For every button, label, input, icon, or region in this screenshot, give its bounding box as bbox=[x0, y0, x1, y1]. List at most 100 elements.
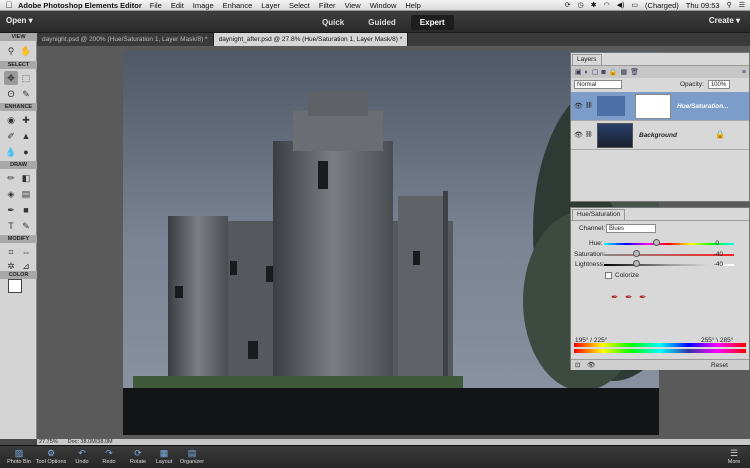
crop-tool-icon[interactable]: ⌗ bbox=[4, 245, 18, 259]
marquee-tool-icon[interactable]: ⬚ bbox=[19, 71, 33, 85]
lasso-tool-icon[interactable]: ʘ bbox=[4, 87, 18, 101]
lightness-slider-thumb[interactable] bbox=[633, 260, 640, 267]
saturation-value[interactable]: -40 bbox=[705, 251, 723, 258]
pencil-tool-icon[interactable]: ✎ bbox=[19, 219, 33, 233]
hue-saturation-tab[interactable]: Hue/Saturation bbox=[572, 209, 626, 220]
panel-menu-icon[interactable]: ≡ bbox=[742, 69, 749, 76]
hue-value[interactable]: 0 bbox=[701, 240, 719, 247]
more-button[interactable]: ☰ More bbox=[722, 447, 746, 465]
visibility-eye-icon[interactable]: 👁 bbox=[587, 361, 595, 369]
layers-tab[interactable]: Layers bbox=[572, 54, 602, 65]
tab-expert[interactable]: Expert bbox=[410, 15, 454, 30]
gradient-tool-icon[interactable]: ▤ bbox=[19, 187, 33, 201]
move-tool-icon[interactable]: ✥ bbox=[4, 71, 18, 85]
colorize-label: Colorize bbox=[615, 272, 639, 279]
menu-view[interactable]: View bbox=[345, 1, 361, 10]
zoom-tool-icon[interactable]: ⚲ bbox=[4, 44, 18, 58]
blur-tool-icon[interactable]: 💧 bbox=[4, 145, 18, 159]
hand-tool-icon[interactable]: ✋ bbox=[19, 44, 33, 58]
layout-button[interactable]: ▦ Layout bbox=[154, 447, 174, 465]
menu-app-name[interactable]: Adobe Photoshop Elements Editor bbox=[18, 1, 142, 10]
type-tool-icon[interactable]: T bbox=[4, 219, 18, 233]
lightness-value[interactable]: -40 bbox=[705, 261, 723, 268]
mask-icon[interactable]: ◙ bbox=[601, 69, 605, 76]
menu-image[interactable]: Image bbox=[193, 1, 214, 10]
visibility-eye-icon[interactable]: 👁 bbox=[574, 102, 583, 110]
menu-select[interactable]: Select bbox=[289, 1, 310, 10]
channel-select[interactable]: Blues bbox=[606, 224, 656, 233]
smart-brush-tool-icon[interactable]: ✐ bbox=[4, 129, 18, 143]
hue-slider-thumb[interactable] bbox=[653, 239, 660, 246]
link-icon[interactable]: ⛓ bbox=[585, 102, 593, 109]
menu-filter[interactable]: Filter bbox=[319, 1, 336, 10]
bluetooth-icon[interactable]: ✱ bbox=[591, 1, 597, 9]
rotate-button[interactable]: ⟳ Rotate bbox=[127, 447, 149, 465]
menu-enhance[interactable]: Enhance bbox=[223, 1, 253, 10]
reset-button[interactable]: Reset bbox=[711, 362, 728, 369]
link-icon[interactable]: ⛓ bbox=[585, 131, 593, 138]
lock-icon[interactable]: 🔒 bbox=[609, 68, 618, 76]
eraser-tool-icon[interactable]: ◧ bbox=[19, 171, 33, 185]
organizer-button[interactable]: ▤ Organizer bbox=[177, 447, 207, 465]
menu-window[interactable]: Window bbox=[370, 1, 397, 10]
paint-bucket-tool-icon[interactable]: ◈ bbox=[4, 187, 18, 201]
tab-guided[interactable]: Guided bbox=[359, 15, 405, 30]
apple-icon[interactable]:  bbox=[0, 0, 18, 10]
spot-healing-tool-icon[interactable]: ✚ bbox=[19, 113, 33, 127]
delete-layer-icon[interactable]: 🗑 bbox=[630, 68, 639, 76]
layer-name[interactable]: Background bbox=[639, 132, 677, 139]
menu-edit[interactable]: Edit bbox=[171, 1, 184, 10]
volume-icon[interactable]: ◀) bbox=[617, 1, 625, 9]
recompose-tool-icon[interactable]: ⇔ bbox=[19, 245, 33, 259]
doc-tab-daynight[interactable]: daynight.psd @ 200% (Hue/Saturation 1, L… bbox=[37, 33, 214, 46]
adjustment-layer-icon[interactable]: ◐ bbox=[585, 69, 589, 76]
quick-selection-tool-icon[interactable]: ✎ bbox=[19, 87, 33, 101]
rotate-label: Rotate bbox=[129, 459, 147, 465]
output-spectrum bbox=[574, 349, 746, 353]
layer-row-hue-saturation[interactable]: 👁 ⛓ Hue/Saturation... bbox=[571, 92, 749, 121]
lock-all-icon[interactable]: ▦ bbox=[620, 68, 627, 76]
wifi-icon[interactable]: ◠ bbox=[604, 1, 610, 9]
photo-bin-button[interactable]: ▨ Photo Bin bbox=[4, 447, 34, 465]
saturation-slider-thumb[interactable] bbox=[633, 250, 640, 257]
layer-name[interactable]: Hue/Saturation... bbox=[677, 103, 729, 110]
redo-button[interactable]: ↷ Redo bbox=[100, 447, 118, 465]
clone-stamp-tool-icon[interactable]: ▲ bbox=[19, 129, 33, 143]
bottom-bar: ▨ Photo Bin ⚙ Tool Options ↶ Undo ↷ Redo… bbox=[0, 445, 750, 468]
clip-to-layer-icon[interactable]: ⊡ bbox=[575, 361, 580, 369]
battery-icon[interactable]: ▭ bbox=[631, 1, 638, 9]
menu-layer[interactable]: Layer bbox=[261, 1, 280, 10]
colorize-checkbox[interactable] bbox=[605, 272, 612, 279]
layer-mask-thumbnail[interactable] bbox=[635, 94, 671, 119]
lock-layer-icon[interactable]: 🔒 bbox=[715, 130, 725, 139]
blend-mode-select[interactable]: Normal bbox=[574, 80, 622, 89]
clock[interactable]: Thu 09:53 bbox=[686, 1, 720, 10]
foreground-color-swatch[interactable] bbox=[8, 279, 22, 293]
tool-options-button[interactable]: ⚙ Tool Options bbox=[33, 447, 69, 465]
menu-file[interactable]: File bbox=[150, 1, 162, 10]
sponge-tool-icon[interactable]: ● bbox=[19, 145, 33, 159]
spotlight-icon[interactable]: ⚲ bbox=[727, 1, 732, 9]
notification-center-icon[interactable]: ☰ bbox=[739, 1, 745, 9]
brush-tool-icon[interactable]: ✏ bbox=[4, 171, 18, 185]
visibility-eye-icon[interactable]: 👁 bbox=[574, 131, 583, 139]
shape-tool-icon[interactable]: ■ bbox=[19, 203, 33, 217]
color-picker-tool-icon[interactable]: ✒ bbox=[4, 203, 18, 217]
tab-quick[interactable]: Quick bbox=[313, 15, 353, 30]
doc-tab-daynight-after[interactable]: daynight_after.psd @ 27.8% (Hue/Saturati… bbox=[213, 33, 409, 46]
sync-icon[interactable]: ⟳ bbox=[565, 1, 571, 9]
open-button[interactable]: Open ▾ bbox=[6, 16, 33, 25]
create-button[interactable]: Create ▾ bbox=[709, 16, 740, 25]
new-layer-icon[interactable]: ▣ bbox=[575, 68, 582, 76]
layer-row-background[interactable]: 👁 ⛓ Background 🔒 bbox=[571, 121, 749, 150]
time-machine-icon[interactable]: ◷ bbox=[578, 1, 584, 9]
undo-button[interactable]: ↶ Undo bbox=[73, 447, 91, 465]
eyedropper-icon[interactable]: ✒ bbox=[611, 292, 619, 303]
opacity-input[interactable]: 100% bbox=[707, 80, 730, 89]
eyedropper-subtract-icon[interactable]: ✒ bbox=[639, 292, 647, 303]
group-icon[interactable]: ▢ bbox=[592, 68, 599, 76]
hue-range-bars[interactable] bbox=[574, 343, 746, 355]
red-eye-tool-icon[interactable]: ◉ bbox=[4, 113, 18, 127]
eyedropper-add-icon[interactable]: ✒ bbox=[625, 292, 633, 303]
menu-help[interactable]: Help bbox=[405, 1, 420, 10]
